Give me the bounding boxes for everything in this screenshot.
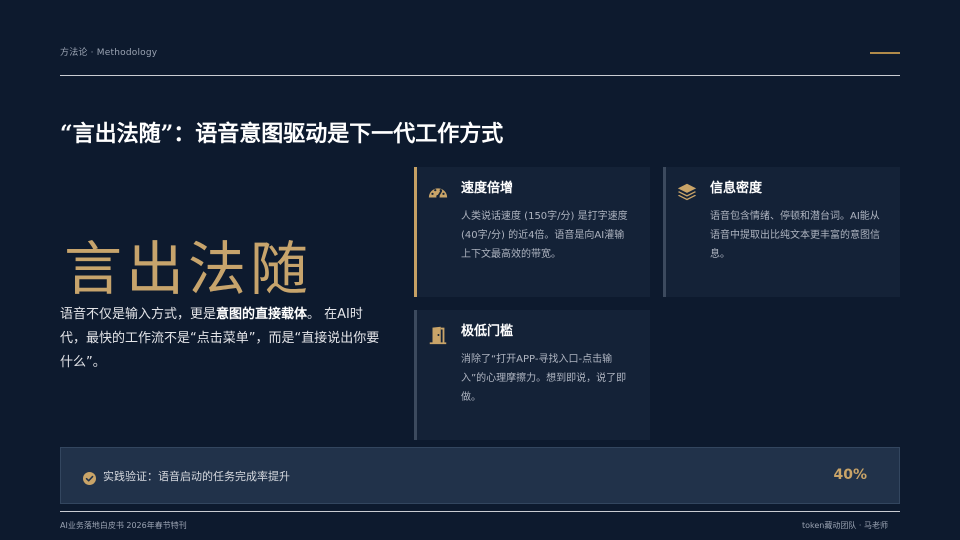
- description-bold: 意图的直接载体: [216, 307, 308, 322]
- card-density-body: 语音包含情绪、停顿和潜台词。AI能从语音中提取出比纯文本更丰富的意图信息。: [710, 211, 880, 260]
- card-barrier-body: 消除了“打开APP-寻找入口-点击输入”的心理摩擦力。想到即说，说了即做。: [461, 354, 627, 403]
- top-divider: [60, 75, 900, 76]
- description-text: 语音不仅是输入方式，更是意图的直接载体。 在AI时代，最快的工作流不是“点击菜单…: [60, 303, 382, 375]
- card-speed-body: 人类说话速度 (150字/分) 是打字速度 (40字/分) 的近4倍。语音是向A…: [461, 211, 628, 260]
- card-speed-title: 速度倍增: [461, 181, 514, 196]
- footer-right: token藏动团队 · 马老师: [802, 521, 888, 530]
- card-density: 信息密度 语音包含情绪、停顿和潜台词。AI能从语音中提取出比纯文本更丰富的意图信…: [663, 167, 900, 297]
- bottom-divider: [60, 511, 900, 512]
- section-label: 方法论 · Methodology: [60, 48, 158, 58]
- speedometer-icon: [427, 181, 449, 203]
- slide-title: “言出法随”：语音意图驱动是下一代工作方式: [60, 121, 504, 147]
- big-heading: 言出法随: [64, 235, 313, 303]
- practice-value: 40%: [833, 467, 867, 483]
- card-barrier: 极低门槛 消除了“打开APP-寻找入口-点击输入”的心理摩擦力。想到即说，说了即…: [414, 310, 650, 440]
- practice-label: 实践验证：语音启动的任务完成率提升: [103, 470, 290, 483]
- description-part1: 语音不仅是输入方式，更是: [60, 307, 217, 322]
- layers-icon: [676, 181, 698, 203]
- card-barrier-title: 极低门槛: [461, 324, 514, 339]
- footer-left: AI业务落地白皮书 2026年春节特刊: [60, 521, 187, 530]
- practice-bar: 实践验证：语音启动的任务完成率提升 40%: [60, 447, 900, 504]
- check-circle-icon: [83, 470, 96, 485]
- card-speed: 速度倍增 人类说话速度 (150字/分) 是打字速度 (40字/分) 的近4倍。…: [414, 167, 650, 297]
- card-density-title: 信息密度: [710, 181, 763, 196]
- accent-bar: [870, 52, 900, 54]
- door-open-icon: [427, 324, 449, 346]
